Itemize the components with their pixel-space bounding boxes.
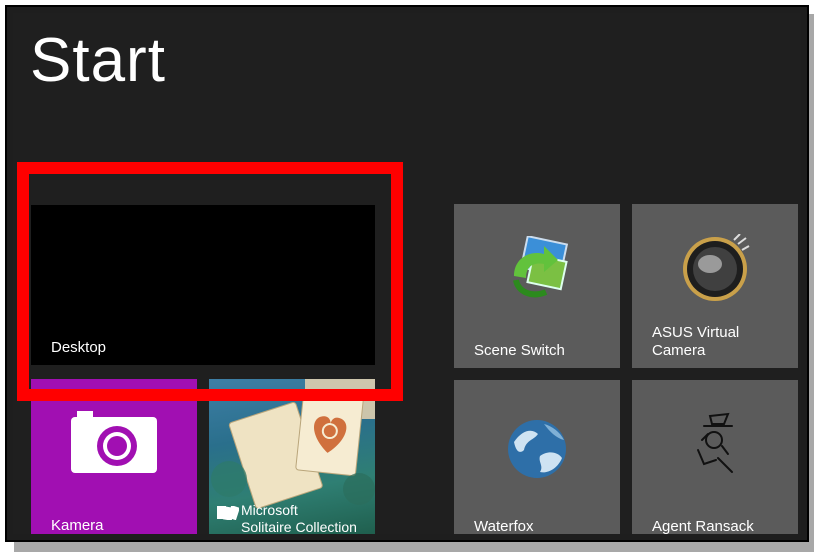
tile-asus-label-line2: Camera (652, 342, 706, 359)
tile-scene-switch[interactable]: Scene Switch (454, 204, 620, 368)
tile-solitaire[interactable]: Microsoft Solitaire Collection (209, 379, 375, 534)
camera-icon (71, 411, 157, 473)
tile-waterfox[interactable]: Waterfox (454, 380, 620, 534)
tile-agent-ransack[interactable]: Agent Ransack (632, 380, 798, 534)
tile-solitaire-label: Microsoft Solitaire Collection (241, 502, 357, 534)
tile-solitaire-label-line2: Solitaire Collection (241, 519, 357, 534)
solitaire-cards-icon (211, 379, 375, 509)
tile-agent-ransack-label: Agent Ransack (652, 518, 754, 534)
scene-switch-icon (513, 236, 569, 298)
tile-kamera-label: Kamera (51, 517, 104, 534)
tile-scene-switch-label: Scene Switch (474, 342, 565, 359)
tile-kamera[interactable]: Kamera (31, 379, 197, 534)
agent-ransack-icon (697, 412, 733, 473)
tile-solitaire-label-line1: Microsoft (241, 502, 298, 518)
waterfox-globe-icon (508, 420, 566, 478)
webcam-icon (683, 234, 750, 301)
tile-asus-virtual-camera-label: ASUS Virtual Camera (652, 324, 739, 360)
tile-asus-label-line1: ASUS Virtual (652, 324, 740, 341)
start-screen: Start Desktop Kamera Microsoft Solitaire… (13, 13, 801, 534)
screenshot-frame: Start Desktop Kamera Microsoft Solitaire… (5, 5, 809, 542)
tile-waterfox-label: Waterfox (474, 518, 534, 534)
card-suits-logo-icon (217, 506, 239, 520)
tile-desktop-label: Desktop (51, 339, 107, 356)
tile-desktop[interactable]: Desktop (31, 205, 375, 365)
tile-asus-virtual-camera[interactable]: ASUS Virtual Camera (632, 204, 798, 368)
start-title: Start (30, 26, 166, 95)
